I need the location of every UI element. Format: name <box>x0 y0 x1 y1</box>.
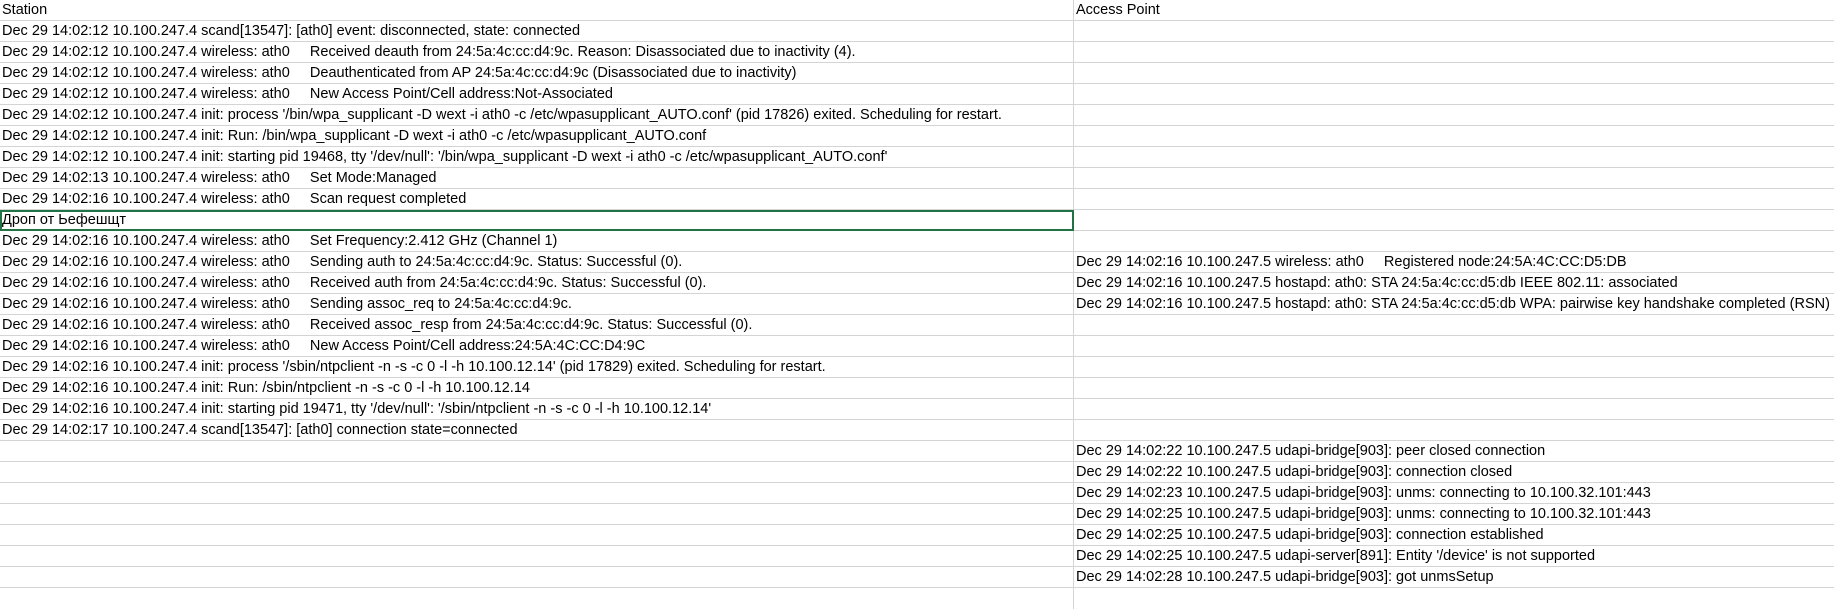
table-row: Dec 29 14:02:23 10.100.247.5 udapi-bridg… <box>0 483 1834 504</box>
cell-station[interactable] <box>0 441 1074 462</box>
cell-access-point[interactable] <box>1074 63 1834 84</box>
cell-access-point[interactable] <box>1074 399 1834 420</box>
cell-station[interactable]: Dec 29 14:02:12 10.100.247.4 init: Run: … <box>0 126 1074 147</box>
cell-station[interactable]: Dec 29 14:02:16 10.100.247.4 init: start… <box>0 399 1074 420</box>
table-row: Dec 29 14:02:22 10.100.247.5 udapi-bridg… <box>0 441 1834 462</box>
cell-access-point[interactable]: Dec 29 14:02:23 10.100.247.5 udapi-bridg… <box>1074 483 1834 504</box>
cell-access-point[interactable] <box>1074 189 1834 210</box>
table-row: Dec 29 14:02:16 10.100.247.4 wireless: a… <box>0 336 1834 357</box>
table-row: Dec 29 14:02:12 10.100.247.4 init: Run: … <box>0 126 1834 147</box>
cell-station[interactable]: Dec 29 14:02:16 10.100.247.4 wireless: a… <box>0 189 1074 210</box>
cell-access-point[interactable] <box>1074 84 1834 105</box>
cell-station[interactable] <box>0 462 1074 483</box>
cell-station[interactable] <box>0 525 1074 546</box>
cell-access-point[interactable]: Dec 29 14:02:22 10.100.247.5 udapi-bridg… <box>1074 441 1834 462</box>
cell-station[interactable]: Dec 29 14:02:16 10.100.247.4 init: Run: … <box>0 378 1074 399</box>
cell-station[interactable] <box>0 483 1074 504</box>
cell-station[interactable]: Dec 29 14:02:16 10.100.247.4 init: proce… <box>0 357 1074 378</box>
cell-station[interactable]: Dec 29 14:02:16 10.100.247.4 wireless: a… <box>0 294 1074 315</box>
cell-access-point[interactable]: Dec 29 14:02:22 10.100.247.5 udapi-bridg… <box>1074 462 1834 483</box>
table-row: Dec 29 14:02:13 10.100.247.4 wireless: a… <box>0 168 1834 189</box>
table-row: Dec 29 14:02:16 10.100.247.4 wireless: a… <box>0 273 1834 294</box>
cell-station[interactable]: Dec 29 14:02:16 10.100.247.4 wireless: a… <box>0 273 1074 294</box>
table-row: Дроп от Ьефешщт <box>0 210 1834 231</box>
cell-access-point[interactable]: Dec 29 14:02:28 10.100.247.5 udapi-bridg… <box>1074 567 1834 588</box>
cell-access-point[interactable] <box>1074 21 1834 42</box>
table-row: Dec 29 14:02:16 10.100.247.4 wireless: a… <box>0 252 1834 273</box>
cell-access-point[interactable] <box>1074 105 1834 126</box>
cell-access-point[interactable] <box>1074 42 1834 63</box>
selected-cell-station[interactable]: Дроп от Ьефешщт <box>0 210 1074 231</box>
cell-access-point[interactable]: Dec 29 14:02:25 10.100.247.5 udapi-serve… <box>1074 546 1834 567</box>
cell-station[interactable] <box>0 546 1074 567</box>
cell-access-point[interactable] <box>1074 420 1834 441</box>
table-row: Dec 29 14:02:12 10.100.247.4 init: start… <box>0 147 1834 168</box>
cell-access-point[interactable] <box>1074 315 1834 336</box>
cell-station[interactable]: Dec 29 14:02:16 10.100.247.4 wireless: a… <box>0 336 1074 357</box>
table-row: Dec 29 14:02:12 10.100.247.4 scand[13547… <box>0 21 1834 42</box>
column-header-access-point[interactable]: Access Point <box>1074 0 1834 21</box>
cell-station[interactable]: Dec 29 14:02:12 10.100.247.4 wireless: a… <box>0 42 1074 63</box>
cell-access-point[interactable]: Dec 29 14:02:16 10.100.247.5 wireless: a… <box>1074 252 1834 273</box>
table-row: Dec 29 14:02:16 10.100.247.4 init: start… <box>0 399 1834 420</box>
empty-cell[interactable] <box>0 588 1074 609</box>
table-row: Dec 29 14:02:12 10.100.247.4 wireless: a… <box>0 84 1834 105</box>
cell-access-point[interactable] <box>1074 147 1834 168</box>
cell-station[interactable]: Dec 29 14:02:12 10.100.247.4 wireless: a… <box>0 84 1074 105</box>
cell-station[interactable]: Dec 29 14:02:13 10.100.247.4 wireless: a… <box>0 168 1074 189</box>
cell-access-point[interactable]: Dec 29 14:02:16 10.100.247.5 hostapd: at… <box>1074 273 1834 294</box>
table-row: Dec 29 14:02:16 10.100.247.4 wireless: a… <box>0 294 1834 315</box>
cell-access-point[interactable]: Dec 29 14:02:16 10.100.247.5 hostapd: at… <box>1074 294 1834 315</box>
cell-station[interactable]: Dec 29 14:02:12 10.100.247.4 wireless: a… <box>0 63 1074 84</box>
column-header-station[interactable]: Station <box>0 0 1074 21</box>
data-rows: Dec 29 14:02:12 10.100.247.4 scand[13547… <box>0 21 1834 588</box>
filler-row <box>0 588 1834 609</box>
table-row: Dec 29 14:02:25 10.100.247.5 udapi-bridg… <box>0 504 1834 525</box>
table-row: Dec 29 14:02:17 10.100.247.4 scand[13547… <box>0 420 1834 441</box>
cell-station[interactable]: Dec 29 14:02:16 10.100.247.4 wireless: a… <box>0 252 1074 273</box>
header-row: Station Access Point <box>0 0 1834 21</box>
cell-station[interactable]: Dec 29 14:02:12 10.100.247.4 scand[13547… <box>0 21 1074 42</box>
cell-station[interactable] <box>0 504 1074 525</box>
cell-station[interactable]: Dec 29 14:02:12 10.100.247.4 init: start… <box>0 147 1074 168</box>
cell-station[interactable]: Dec 29 14:02:16 10.100.247.4 wireless: a… <box>0 315 1074 336</box>
cell-access-point[interactable] <box>1074 126 1834 147</box>
table-row: Dec 29 14:02:28 10.100.247.5 udapi-bridg… <box>0 567 1834 588</box>
cell-access-point[interactable] <box>1074 357 1834 378</box>
cell-access-point[interactable] <box>1074 168 1834 189</box>
table-row: Dec 29 14:02:16 10.100.247.4 wireless: a… <box>0 189 1834 210</box>
table-row: Dec 29 14:02:12 10.100.247.4 wireless: a… <box>0 42 1834 63</box>
cell-access-point[interactable]: Dec 29 14:02:25 10.100.247.5 udapi-bridg… <box>1074 525 1834 546</box>
table-row: Dec 29 14:02:25 10.100.247.5 udapi-bridg… <box>0 525 1834 546</box>
table-row: Dec 29 14:02:16 10.100.247.4 wireless: a… <box>0 231 1834 252</box>
cell-access-point[interactable] <box>1074 336 1834 357</box>
cell-station[interactable]: Dec 29 14:02:17 10.100.247.4 scand[13547… <box>0 420 1074 441</box>
cell-access-point[interactable] <box>1074 378 1834 399</box>
cell-access-point[interactable] <box>1074 210 1834 231</box>
empty-cell[interactable] <box>1074 588 1834 609</box>
table-row: Dec 29 14:02:12 10.100.247.4 init: proce… <box>0 105 1834 126</box>
cell-access-point[interactable]: Dec 29 14:02:25 10.100.247.5 udapi-bridg… <box>1074 504 1834 525</box>
table-row: Dec 29 14:02:22 10.100.247.5 udapi-bridg… <box>0 462 1834 483</box>
cell-access-point[interactable] <box>1074 231 1834 252</box>
spreadsheet-grid: Station Access Point Dec 29 14:02:12 10.… <box>0 0 1834 609</box>
cell-station[interactable]: Dec 29 14:02:12 10.100.247.4 init: proce… <box>0 105 1074 126</box>
table-row: Dec 29 14:02:16 10.100.247.4 wireless: a… <box>0 315 1834 336</box>
table-row: Dec 29 14:02:12 10.100.247.4 wireless: a… <box>0 63 1834 84</box>
table-row: Dec 29 14:02:16 10.100.247.4 init: proce… <box>0 357 1834 378</box>
table-row: Dec 29 14:02:16 10.100.247.4 init: Run: … <box>0 378 1834 399</box>
cell-station[interactable]: Dec 29 14:02:16 10.100.247.4 wireless: a… <box>0 231 1074 252</box>
cell-station[interactable] <box>0 567 1074 588</box>
table-row: Dec 29 14:02:25 10.100.247.5 udapi-serve… <box>0 546 1834 567</box>
